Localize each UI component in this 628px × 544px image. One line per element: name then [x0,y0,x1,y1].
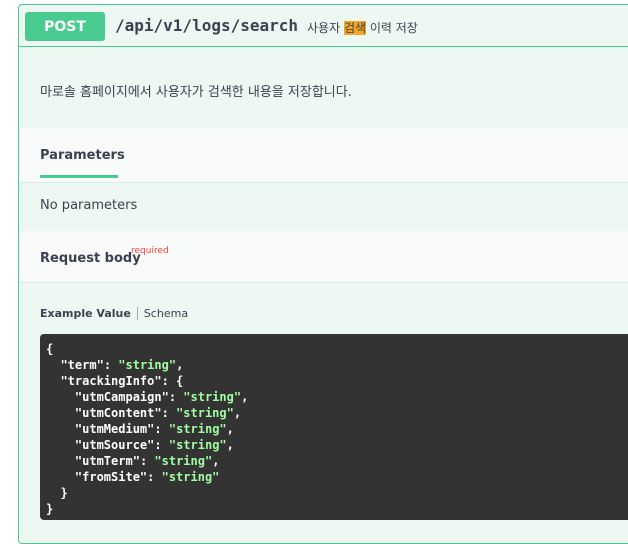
operation-summary[interactable]: POST /api/v1/logs/search 사용자 검색 이력 저장 [19,5,628,47]
tab-example-value[interactable]: Example Value [40,307,131,320]
code-line: { [46,342,54,356]
required-badge: required [131,246,169,256]
code-line: "utmTerm": "string", [74,454,220,468]
summary-after: 이력 저장 [366,21,418,35]
no-parameters-text: No parameters [40,198,138,213]
request-body-header: Request body required [19,231,628,283]
code-line: "term": "string", [60,358,184,372]
example-code-block[interactable]: { "term": "string", "trackingInfo": { "u… [40,334,628,520]
tab-divider [136,307,138,320]
code-line: } [46,486,68,500]
tab-active-underline [40,175,118,178]
summary-highlight: 검색 [343,21,367,35]
code-line: } [46,502,54,516]
code-line: "utmMedium": "string", [74,422,234,436]
parameters-header: Parameters [19,128,628,183]
code-line: "utmSource": "string", [74,438,234,452]
example-json-code: { "term": "string", "trackingInfo": { "u… [40,334,628,517]
operation-summary-text: 사용자 검색 이력 저장 [307,19,418,36]
method-badge: POST [25,12,105,41]
example-schema-tabs: Example Value Schema [40,307,188,320]
post-operation-block: POST /api/v1/logs/search 사용자 검색 이력 저장 마로… [18,4,628,544]
summary-before: 사용자 [307,21,344,35]
code-line: "trackingInfo": { [46,374,184,388]
code-line: "utmCampaign": "string", [74,390,249,404]
tab-schema[interactable]: Schema [144,307,188,320]
tab-parameters[interactable]: Parameters [40,148,125,163]
endpoint-path: /api/v1/logs/search [115,16,299,35]
code-line: "fromSite": "string" [74,470,220,484]
request-body-title: Request body [40,251,141,266]
code-line: "utmContent": "string", [74,406,242,420]
operation-description: 마로솔 홈페이지에서 사용자가 검색한 내용을 저장합니다. [40,85,352,100]
